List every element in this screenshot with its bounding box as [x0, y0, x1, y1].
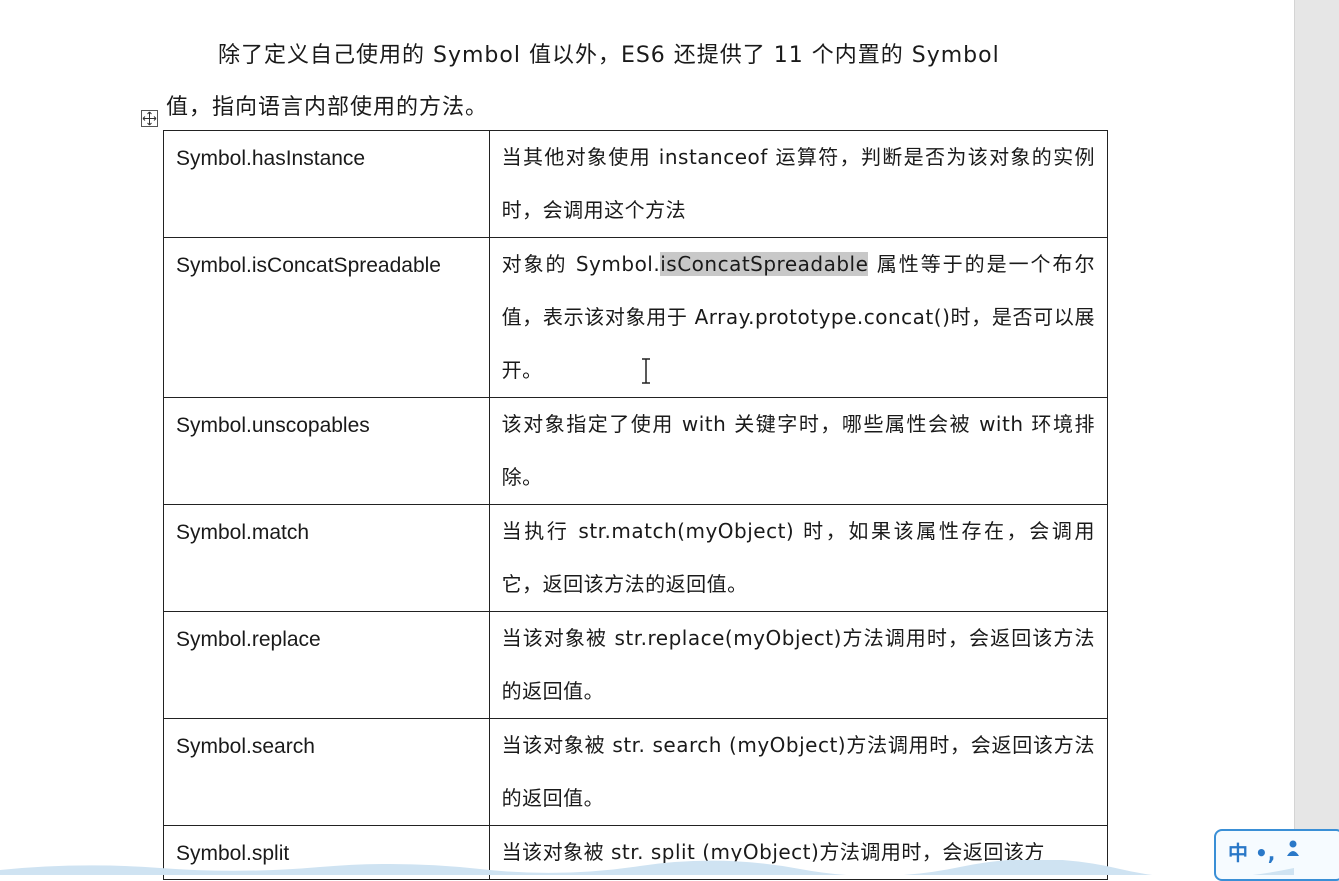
symbol-desc-cell: 该对象指定了使用 with 关键字时，哪些属性会被 with 环境排除。	[488, 397, 1109, 505]
table-row: Symbol.replace 当该对象被 str.replace(myObjec…	[163, 611, 1109, 719]
symbol-desc-cell: 当该对象被 str. search (myObject)方法调用时，会返回该方法…	[488, 718, 1109, 826]
table-row: Symbol.unscopables 该对象指定了使用 with 关键字时，哪些…	[163, 397, 1109, 505]
symbol-desc-cell: 对象的 Symbol.isConcatSpreadable 属性等于的是一个布尔…	[488, 237, 1109, 398]
symbol-name-cell: Symbol.search	[163, 718, 490, 826]
text-cursor-icon	[642, 358, 650, 384]
symbol-table: Symbol.hasInstance 当其他对象使用 instanceof 运算…	[163, 130, 1109, 880]
desc-text-before: 对象的 Symbol.	[501, 252, 661, 276]
table-row: Symbol.isConcatSpreadable 对象的 Symbol.isC…	[163, 237, 1109, 398]
symbol-name-cell: Symbol.isConcatSpreadable	[163, 237, 490, 398]
table-row: Symbol.search 当该对象被 str. search (myObjec…	[163, 718, 1109, 826]
symbol-name-cell: Symbol.hasInstance	[163, 130, 490, 238]
selected-text-highlight[interactable]: isConcatSpreadable	[660, 252, 869, 276]
symbol-desc-cell: 当其他对象使用 instanceof 运算符，判断是否为该对象的实例时，会调用这…	[488, 130, 1109, 238]
table-move-handle-icon[interactable]	[141, 110, 158, 127]
table-row: Symbol.hasInstance 当其他对象使用 instanceof 运算…	[163, 130, 1109, 238]
symbol-desc-cell: 当该对象被 str.replace(myObject)方法调用时，会返回该方法的…	[488, 611, 1109, 719]
symbol-name-cell: Symbol.unscopables	[163, 397, 490, 505]
symbol-name-cell: Symbol.match	[163, 504, 490, 612]
table-row: Symbol.match 当执行 str.match(myObject) 时，如…	[163, 504, 1109, 612]
intro-line-1: 除了定义自己使用的 Symbol 值以外，ES6 还提供了 11 个内置的 Sy…	[218, 43, 1000, 68]
bottom-decoration	[0, 860, 1294, 875]
symbol-desc-cell: 当执行 str.match(myObject) 时，如果该属性存在，会调用它，返…	[488, 504, 1109, 612]
symbol-name-cell: Symbol.replace	[163, 611, 490, 719]
intro-line-2: 值，指向语言内部使用的方法。	[166, 95, 489, 120]
user-icon	[1287, 840, 1299, 856]
intro-paragraph: 除了定义自己使用的 Symbol 值以外，ES6 还提供了 11 个内置的 Sy…	[166, 30, 1096, 134]
right-scroll-gutter	[1294, 0, 1339, 875]
